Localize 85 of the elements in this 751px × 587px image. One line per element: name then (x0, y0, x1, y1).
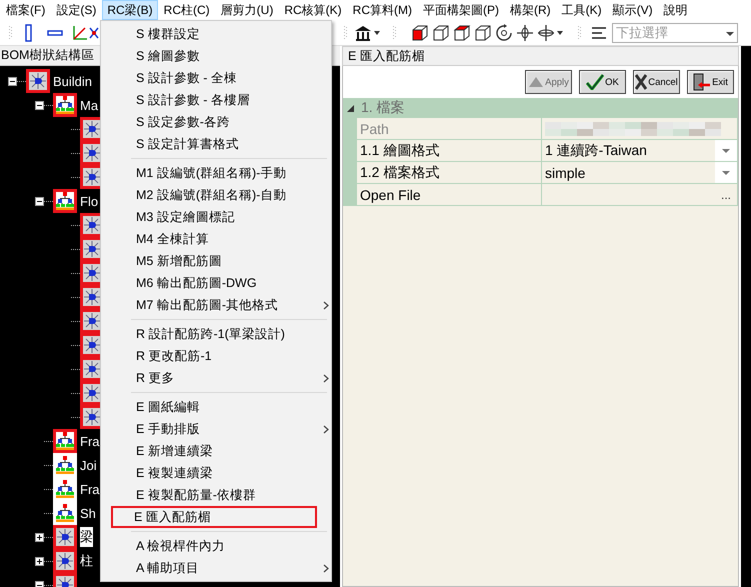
menu-item[interactable]: M1 設編號(群組名稱)-手動 (101, 162, 317, 184)
menu-item[interactable]: R 設計配筋跨-1(單梁設計) (101, 323, 317, 345)
tree-item[interactable]: Sh (80, 504, 96, 522)
property-name: 1.2 檔案格式 (357, 162, 542, 184)
menu-item[interactable]: RC梁(B) (102, 0, 158, 20)
triangle-icon (528, 76, 544, 88)
menu-item[interactable]: E 圖紙編輯 (101, 396, 317, 418)
menu-item[interactable]: S 設計參數 - 全棟 (101, 67, 317, 89)
menu-item[interactable]: M2 設編號(群組名稱)-自動 (101, 184, 317, 206)
expand-icon[interactable] (35, 556, 44, 566)
tree-item[interactable]: Ma (80, 96, 98, 114)
tree-item[interactable]: Fra (80, 432, 100, 450)
tree-item[interactable]: Buildin (53, 72, 92, 90)
tree-item[interactable]: 梁 (80, 527, 93, 547)
menu-item[interactable]: S 設定計算書格式 (101, 133, 317, 155)
browse-button[interactable]: ... (720, 188, 737, 202)
orbit-icon[interactable] (537, 24, 555, 42)
menu-item[interactable]: M5 新增配筋圖 (101, 250, 317, 272)
menu-item[interactable]: 說明 (658, 0, 693, 20)
axis-icon[interactable] (71, 24, 89, 42)
property-name: Open File (357, 184, 542, 206)
menu-item[interactable]: 設定(S) (51, 0, 102, 20)
menu-item[interactable]: A 輔助項目 (101, 557, 317, 579)
list-icon[interactable] (592, 26, 606, 38)
collapse-icon[interactable] (8, 76, 17, 86)
menu-item[interactable]: S 設定參數-各跨 (101, 111, 317, 133)
menu-item[interactable]: 層剪力(U) (216, 0, 278, 20)
cube-icon[interactable] (432, 24, 450, 42)
wireframe-cube-icon[interactable] (474, 24, 492, 42)
menu-item[interactable]: 工具(K) (556, 0, 607, 20)
caret-icon[interactable] (557, 30, 563, 34)
checkmark-icon (586, 74, 604, 90)
menu-item[interactable]: S 樓群設定 (101, 23, 317, 45)
collapse-icon[interactable] (35, 196, 44, 206)
menu-item[interactable]: 顯示(V) (608, 0, 658, 20)
tree-item[interactable]: Flo (80, 192, 98, 210)
cube-icon[interactable] (453, 24, 471, 42)
menu-item[interactable]: S 設計參數 - 各樓層 (101, 89, 317, 111)
menu-item[interactable]: 構架(R) (504, 0, 556, 20)
menu-item[interactable]: RC核算(K) (279, 0, 347, 20)
combo-placeholder: 下拉選擇 (616, 24, 668, 42)
menu-item[interactable]: M7 輸出配筋圖-其他格式 (101, 294, 317, 316)
menu-item[interactable]: R 更多 (101, 367, 317, 389)
move-icon[interactable] (516, 24, 534, 42)
door-exit-icon (693, 73, 712, 91)
property-name: 1.1 繪圖格式 (357, 140, 542, 162)
menu-item[interactable]: S 繪圖參數 (101, 45, 317, 67)
cube-icon[interactable] (411, 24, 429, 42)
dropdown-arrow-icon[interactable] (722, 170, 730, 174)
menu-item[interactable]: M6 輸出配筋圖-DWG (101, 272, 317, 294)
menu-item[interactable]: M3 設定繪圖標記 (101, 206, 317, 228)
column-icon[interactable] (25, 24, 33, 42)
property-name: Path (357, 118, 542, 140)
collapse-icon[interactable] (35, 580, 44, 587)
menu-item[interactable]: R 更改配筋-1 (101, 345, 317, 367)
menu-item[interactable]: E 手動排版 (101, 418, 317, 440)
rotate-icon[interactable] (495, 24, 513, 42)
tree-item[interactable]: 柱 (80, 551, 93, 571)
collapse-triangle-icon[interactable] (346, 105, 354, 112)
cross-icon (635, 74, 648, 90)
menu-item[interactable]: RC算料(M) (348, 0, 417, 20)
dialog-button[interactable]: Exit (687, 70, 734, 94)
panel-title: E 匯入配筋楣 (342, 46, 739, 66)
caret-icon[interactable] (374, 30, 380, 34)
beam-icon[interactable] (47, 28, 63, 36)
menu-item[interactable]: E 複製配筋量-依樓群 (101, 484, 317, 506)
dropdown-arrow-icon[interactable] (722, 148, 730, 152)
menu-item[interactable]: RC柱(C) (158, 0, 215, 20)
menu-item[interactable]: 平面構架圖(P) (418, 0, 504, 20)
menu-item[interactable]: 檔案(F) (1, 0, 50, 20)
tree-item[interactable]: Joi (80, 456, 97, 474)
building-icon[interactable] (354, 24, 372, 40)
expand-icon[interactable] (35, 532, 44, 542)
menu-item[interactable]: E 複製連續梁 (101, 462, 317, 484)
group-title: 1. 檔案 (357, 98, 738, 118)
dialog-button[interactable]: Cancel (633, 70, 680, 94)
property-value[interactable]: 1 連續跨-Taiwan (545, 142, 647, 160)
menu-item[interactable]: A 檢視桿件內力 (101, 535, 317, 557)
menu-item[interactable]: E 新增連續梁 (101, 440, 317, 462)
dialog-button[interactable]: OK (579, 70, 626, 94)
menu-item[interactable]: E 匯入配筋楣 (111, 506, 317, 528)
tree-item[interactable]: Fra (80, 480, 100, 498)
collapse-icon[interactable] (35, 100, 44, 110)
menu-item[interactable]: M4 全棟計算 (101, 228, 317, 250)
property-value[interactable]: simple (545, 164, 586, 180)
